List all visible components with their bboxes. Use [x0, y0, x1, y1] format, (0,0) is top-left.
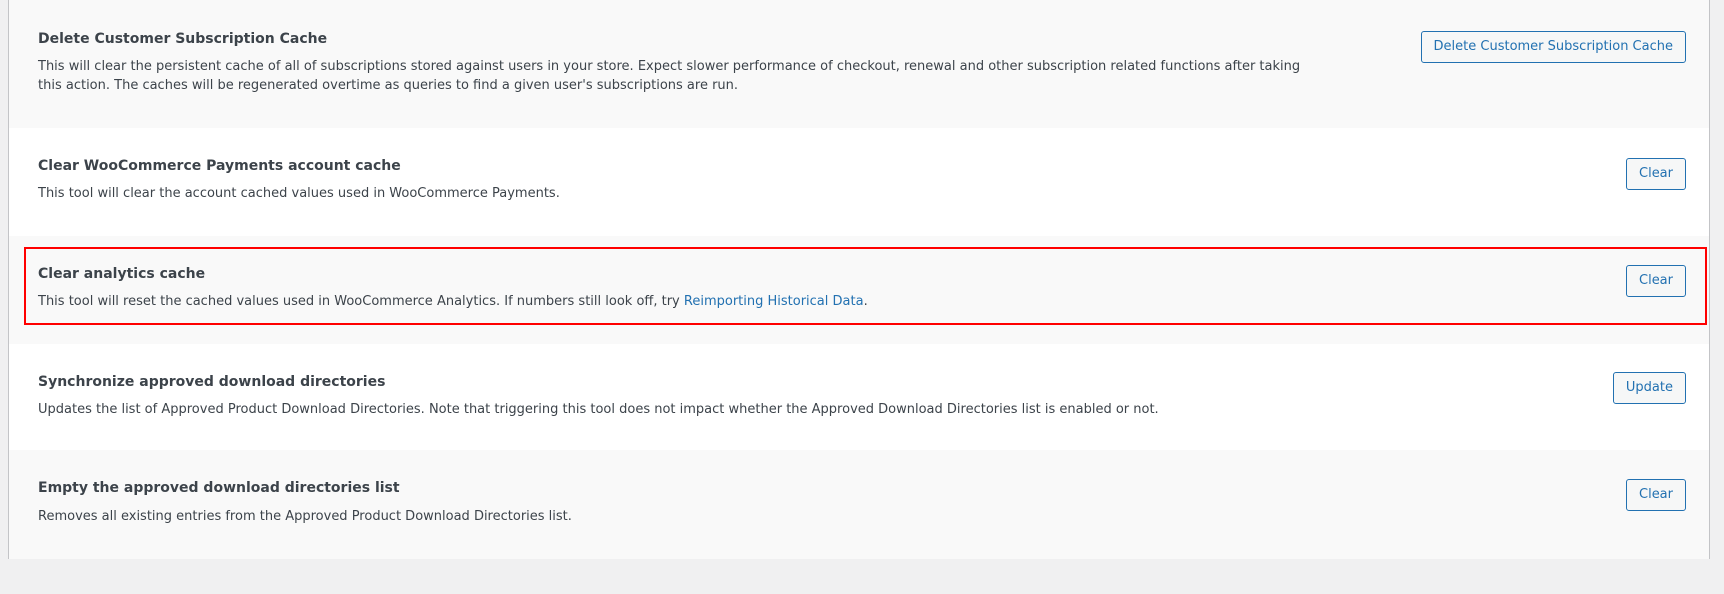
clear-wcpay-account-cache-button[interactable]: Clear: [1626, 158, 1686, 190]
tool-title: Synchronize approved download directorie…: [38, 374, 386, 390]
tool-description: This tool will reset the cached values u…: [38, 292, 1318, 311]
tool-description: Removes all existing entries from the Ap…: [38, 509, 572, 524]
tool-description-suffix: .: [863, 294, 868, 309]
tool-title: Delete Customer Subscription Cache: [38, 31, 328, 47]
tool-title: Clear WooCommerce Payments account cache: [38, 158, 401, 174]
update-download-dirs-button[interactable]: Update: [1612, 372, 1686, 404]
tool-description: Updates the list of Approved Product Dow…: [38, 402, 1159, 417]
tool-description: This tool will clear the account cached …: [38, 186, 560, 201]
reimporting-historical-data-link[interactable]: Reimporting Historical Data: [684, 294, 864, 309]
tools-table: Delete Customer Subscription Cache This …: [8, 0, 1710, 559]
tool-row-sync-approved-download-dirs: Synchronize approved download directorie…: [9, 344, 1709, 450]
delete-subscription-cache-button[interactable]: Delete Customer Subscription Cache: [1420, 31, 1686, 63]
empty-download-dirs-button[interactable]: Clear: [1626, 479, 1686, 511]
tool-row-delete-subscription-cache: Delete Customer Subscription Cache This …: [9, 0, 1709, 128]
tool-description: This will clear the persistent cache of …: [38, 59, 1301, 93]
tool-title: Empty the approved download directories …: [38, 480, 400, 496]
tool-title: Clear analytics cache: [38, 266, 206, 282]
clear-analytics-cache-button[interactable]: Clear: [1626, 265, 1686, 297]
tool-row-clear-analytics-cache: Clear analytics cache This tool will res…: [9, 236, 1709, 344]
tool-description-text: This tool will reset the cached values u…: [38, 294, 684, 309]
tool-row-empty-approved-download-dirs: Empty the approved download directories …: [9, 450, 1709, 559]
tool-row-clear-wcpay-account-cache: Clear WooCommerce Payments account cache…: [9, 128, 1709, 236]
